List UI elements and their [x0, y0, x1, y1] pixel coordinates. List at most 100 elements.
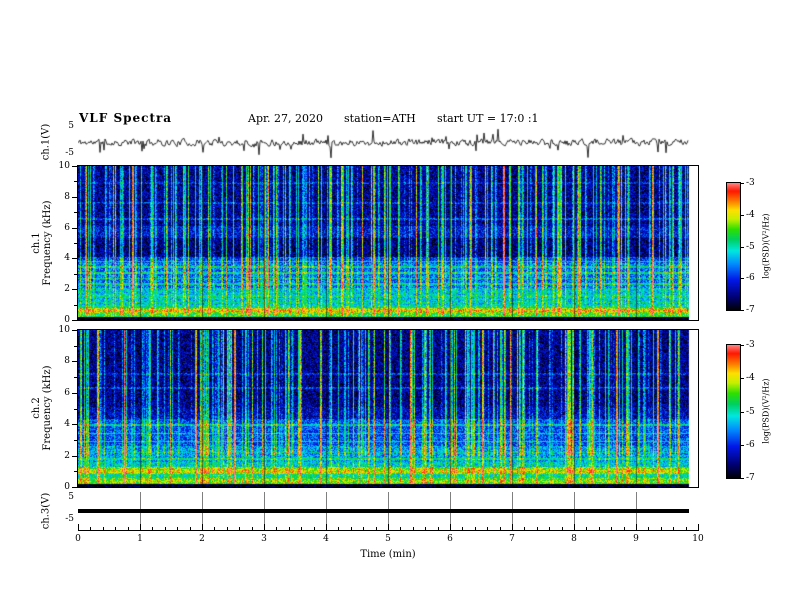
- x-minor-tick: [536, 527, 538, 530]
- start-time-label: start UT = 17:0 :1: [437, 112, 539, 125]
- ch2-freq-minor-tick: [74, 377, 77, 378]
- x-minor-tick: [474, 527, 476, 530]
- x-minor-tick: [152, 527, 154, 530]
- x-major-tick: [78, 524, 79, 530]
- x-minor-tick: [499, 527, 501, 530]
- ch2-colorbar-tick: [740, 378, 744, 379]
- ch1-colorbar-tick-label: -6: [746, 273, 755, 284]
- figure-title: VLF Spectra: [79, 111, 173, 125]
- ch3-voltage-ymin-label: -5: [65, 514, 74, 524]
- x-axis-line: [78, 530, 699, 531]
- ch2-freq-tick-label: 0: [64, 482, 70, 492]
- x-minor-tick: [115, 527, 117, 530]
- ch1-freq-minor-tick: [74, 181, 77, 182]
- x-minor-tick: [288, 527, 290, 530]
- ch2-freq-tick-label: 10: [58, 325, 70, 335]
- ch3-voltage-axis-label: ch.3(V): [40, 492, 52, 530]
- ch3-minute-gridline: [264, 492, 265, 530]
- ch1-spec-axis-label: ch.1 Frequency (kHz): [31, 200, 53, 285]
- x-minor-tick: [276, 527, 278, 530]
- ch2-freq-major-tick: [72, 361, 77, 362]
- x-minor-tick: [214, 527, 216, 530]
- ch3-minute-gridline: [450, 492, 451, 530]
- ch1-freq-major-tick: [72, 258, 77, 259]
- ch2-colorbar-tick: [740, 445, 744, 446]
- x-tick-label: 8: [571, 534, 577, 544]
- x-minor-tick: [102, 527, 104, 530]
- x-minor-tick: [375, 527, 377, 530]
- ch1-freq-minor-tick: [74, 274, 77, 275]
- x-tick-label: 0: [75, 534, 81, 544]
- ch1-colorbar-tick: [740, 215, 744, 216]
- x-minor-tick: [127, 527, 129, 530]
- x-minor-tick: [400, 527, 402, 530]
- x-tick-label: 10: [692, 534, 704, 544]
- ch1-spec-channel-label: ch.1: [31, 232, 42, 254]
- ch1-colorbar-tick: [740, 183, 744, 184]
- ch2-spec-axis-label: ch.2 Frequency (kHz): [31, 365, 53, 450]
- ch2-freq-minor-tick: [74, 346, 77, 347]
- x-minor-tick: [412, 527, 414, 530]
- x-minor-tick: [239, 527, 241, 530]
- ch2-colorbar-tick: [740, 345, 744, 346]
- x-minor-tick: [437, 527, 439, 530]
- ch1-colorbar-tick-label: -3: [746, 178, 755, 188]
- ch3-minute-gridline: [202, 492, 203, 530]
- ch1-voltage-waveform-canvas: [78, 126, 698, 159]
- ch3-minute-gridline: [140, 492, 141, 530]
- date-label: Apr. 27, 2020: [248, 112, 324, 125]
- ch1-spec-frequency-label: Frequency (kHz): [42, 200, 53, 286]
- x-minor-tick: [623, 527, 625, 530]
- x-minor-tick: [251, 527, 253, 530]
- ch1-freq-major-tick: [72, 320, 77, 321]
- ch1-spectrogram-canvas: [78, 166, 698, 320]
- x-major-tick: [698, 524, 699, 530]
- ch1-freq-major-tick: [72, 289, 77, 290]
- ch1-colorbar-canvas: [727, 183, 740, 310]
- x-minor-tick: [524, 527, 526, 530]
- ch2-colorbar-tick: [740, 412, 744, 413]
- ch1-colorbar-tick: [740, 247, 744, 248]
- x-minor-tick: [350, 527, 352, 530]
- x-tick-label: 7: [509, 534, 515, 544]
- ch2-spectrogram-frame: [77, 329, 699, 488]
- x-minor-tick: [425, 527, 427, 530]
- ch1-freq-minor-tick: [74, 243, 77, 244]
- ch2-colorbar-frame: [726, 344, 741, 479]
- ch1-colorbar-tick-label: -7: [746, 305, 755, 315]
- ch2-freq-major-tick: [72, 456, 77, 457]
- ch3-zero-line: [78, 509, 689, 513]
- x-tick-label: 1: [137, 534, 143, 544]
- x-minor-tick: [313, 527, 315, 530]
- x-minor-tick: [189, 527, 191, 530]
- x-minor-tick: [363, 527, 365, 530]
- ch1-freq-minor-tick: [74, 305, 77, 306]
- ch2-freq-tick-label: 6: [64, 387, 70, 398]
- ch1-freq-minor-tick: [74, 212, 77, 213]
- x-minor-tick: [226, 527, 228, 530]
- vlf-spectra-figure: VLF Spectra Apr. 27, 2020 station=ATH st…: [0, 0, 792, 612]
- ch2-freq-major-tick: [72, 487, 77, 488]
- x-tick-label: 6: [447, 534, 453, 544]
- ch1-colorbar-tick-label: -4: [746, 209, 755, 220]
- ch1-freq-tick-label: 2: [64, 284, 70, 295]
- ch3-voltage-ymax-label: 5: [68, 492, 74, 502]
- ch1-freq-tick-label: 6: [64, 222, 70, 233]
- x-tick-label: 3: [261, 534, 267, 544]
- x-tick-label: 4: [323, 534, 329, 544]
- ch1-freq-tick-label: 0: [64, 315, 70, 325]
- ch1-freq-tick-label: 4: [64, 253, 70, 264]
- x-minor-tick: [462, 527, 464, 530]
- ch2-freq-tick-label: 2: [64, 450, 70, 461]
- ch2-freq-minor-tick: [74, 409, 77, 410]
- x-minor-tick: [338, 527, 340, 530]
- station-label: station=ATH: [344, 112, 416, 125]
- ch2-freq-minor-tick: [74, 471, 77, 472]
- ch2-freq-major-tick: [72, 393, 77, 394]
- ch2-colorbar-tick: [740, 478, 744, 479]
- ch2-freq-major-tick: [72, 330, 77, 331]
- x-minor-tick: [660, 527, 662, 530]
- x-minor-tick: [586, 527, 588, 530]
- x-minor-tick: [487, 527, 489, 530]
- ch1-colorbar-tick-label: -5: [746, 241, 755, 252]
